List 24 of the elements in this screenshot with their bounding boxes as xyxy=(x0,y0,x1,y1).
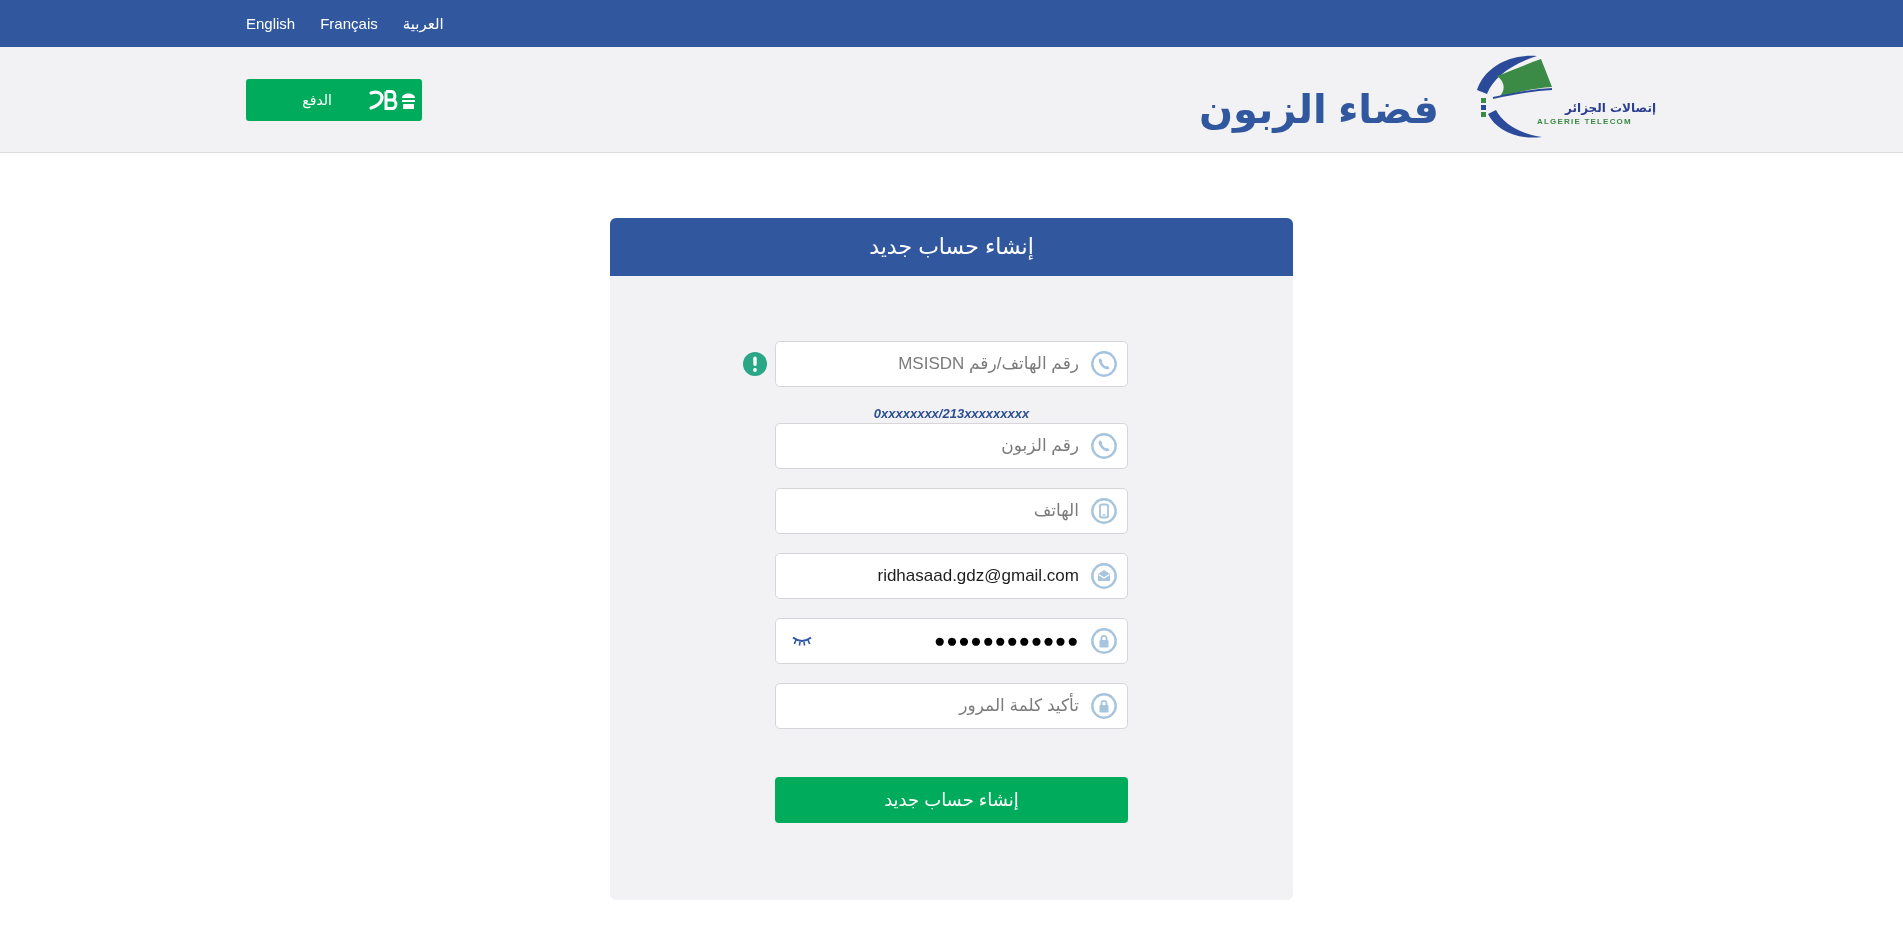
password-field[interactable]: ●●●●●●●●●●●● xyxy=(775,618,1128,664)
language-link[interactable]: Français xyxy=(320,15,378,32)
format-hint: 0xxxxxxxx/213xxxxxxxxx xyxy=(872,406,1031,422)
mobile-field[interactable]: الهاتف xyxy=(775,488,1128,534)
envelope-icon xyxy=(1091,563,1117,589)
site-title: فضاء الزبون xyxy=(1198,85,1439,133)
lock-icon xyxy=(1091,628,1117,654)
payment-button[interactable]: الدفع xyxy=(246,79,422,121)
eye-closed-icon[interactable] xyxy=(792,636,812,646)
create-account-button[interactable]: إنشاء حساب جديد xyxy=(775,777,1128,823)
phone-field[interactable]: رقم الزبون xyxy=(775,423,1128,469)
language-link[interactable]: العربية xyxy=(402,14,444,33)
phone-field[interactable]: رقم الهاتف/رقم MSISDN xyxy=(775,341,1128,387)
email-field[interactable]: ridhasaad.gdz@gmail.com xyxy=(775,553,1128,599)
language-link[interactable]: English xyxy=(246,15,296,32)
phone-icon xyxy=(1091,351,1117,377)
form-title: إنشاء حساب جديد xyxy=(869,234,1034,260)
lock-icon xyxy=(1091,693,1117,719)
logo-arabic-text: إتصالات الجزائر xyxy=(1565,100,1656,115)
logo-latin-text: ALGERIE TELECOM xyxy=(1537,116,1632,126)
card-logo-icon xyxy=(368,88,416,112)
phone-icon xyxy=(1091,433,1117,459)
password-field[interactable]: تأكيد كلمة المرور xyxy=(775,683,1128,729)
mobile-phone-icon xyxy=(1091,498,1117,524)
